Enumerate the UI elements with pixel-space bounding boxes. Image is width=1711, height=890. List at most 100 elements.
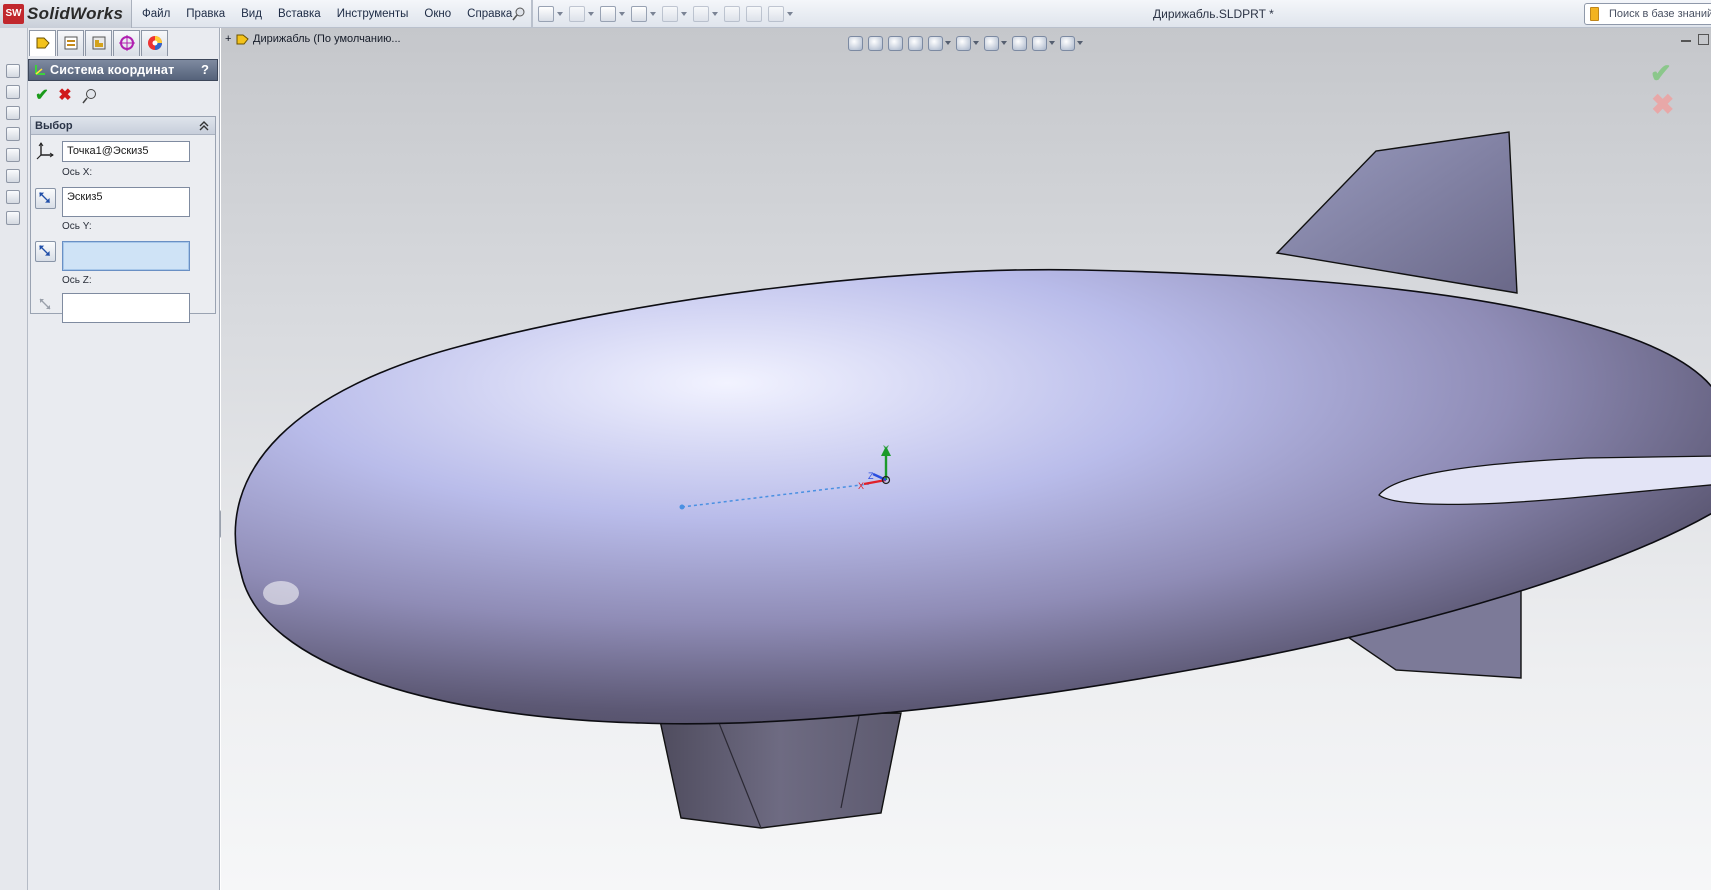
sketch-entity-icon[interactable] [6, 127, 20, 141]
feature-tree-root[interactable]: + Дирижабль (По умолчанию... [225, 32, 401, 46]
view-orientation-icon[interactable] [928, 35, 943, 51]
save-icon[interactable] [600, 6, 616, 22]
x-axis-direction-button[interactable] [35, 188, 56, 209]
tab-dimxpert-manager[interactable] [113, 30, 140, 56]
menu-insert[interactable]: Вставка [270, 0, 329, 28]
confirm-ok-icon[interactable]: ✔ [1650, 58, 1672, 89]
smart-dimension-icon[interactable] [6, 85, 20, 99]
menu-divider [531, 0, 533, 28]
pushpin-icon[interactable] [512, 7, 526, 21]
origin-field[interactable]: Точка1@Эскиз5 [62, 141, 190, 162]
model-view[interactable]: Y X Z [221, 28, 1711, 890]
select-pointer-icon[interactable] [693, 6, 709, 22]
task-pane-icon[interactable] [1698, 34, 1709, 45]
chevron-down-icon[interactable] [712, 12, 718, 16]
tab-display-manager[interactable] [141, 30, 168, 56]
menu-tools[interactable]: Инструменты [329, 0, 417, 28]
property-manager-title: Система координат [50, 63, 175, 77]
ok-button[interactable]: ✔ [33, 87, 51, 105]
rebuild-icon[interactable] [724, 6, 740, 22]
collapse-chevron-icon[interactable] [198, 120, 210, 132]
keep-visible-pushpin-icon[interactable] [80, 87, 98, 105]
feature-tree-root-label: Дирижабль (По умолчанию... [253, 33, 401, 45]
confirm-cancel-icon[interactable]: ✖ [1651, 88, 1674, 121]
document-title: Дирижабль.SLDPRT * [1153, 7, 1274, 21]
chevron-down-icon[interactable] [650, 12, 656, 16]
chevron-down-icon[interactable] [619, 12, 625, 16]
chevron-down-icon[interactable] [945, 41, 951, 45]
zoom-to-fit-icon[interactable] [848, 35, 863, 51]
zoom-to-area-icon[interactable] [868, 35, 883, 51]
menu-view[interactable]: Вид [233, 0, 270, 28]
display-style-icon[interactable] [956, 35, 971, 51]
knowledge-base-search[interactable]: Поиск в базе знаний [1584, 3, 1711, 25]
chevron-down-icon[interactable] [1001, 41, 1007, 45]
selection-group-header[interactable]: Выбор [31, 117, 215, 135]
minimize-icon[interactable] [1681, 40, 1691, 42]
search-placeholder: Поиск в базе знаний [1609, 8, 1711, 20]
triad-x-label: X [858, 481, 864, 491]
title-bar: SW SolidWorks Файл Правка Вид Вставка Ин… [0, 0, 1711, 28]
top-tail-fin[interactable] [1275, 131, 1518, 294]
previous-view-icon[interactable] [888, 35, 903, 51]
x-axis-label: Ось X: [62, 167, 93, 178]
graphics-area[interactable]: Y X Z + Дирижабль (По умолчанию... ✔ ✖ [221, 28, 1711, 890]
chevron-down-icon[interactable] [1049, 41, 1055, 45]
trim-icon[interactable] [6, 148, 20, 162]
z-axis-direction-icon[interactable] [35, 294, 56, 315]
z-axis-field[interactable] [62, 293, 190, 323]
task-strip [0, 28, 28, 890]
print-icon[interactable] [631, 6, 647, 22]
gondola[interactable] [658, 712, 902, 829]
help-icon[interactable]: ? [201, 62, 209, 77]
appearance-icon [148, 36, 162, 50]
section-view-icon[interactable] [908, 35, 923, 51]
x-axis-field[interactable]: Эскиз5 [62, 187, 190, 217]
app-brand[interactable]: SW SolidWorks [0, 0, 132, 28]
y-axis-direction-button[interactable] [35, 241, 56, 262]
view-settings-icon[interactable] [1060, 35, 1075, 51]
convert-entities-icon[interactable] [6, 169, 20, 183]
z-axis-label: Ось Z: [62, 275, 92, 286]
offset-icon[interactable] [6, 190, 20, 204]
part-icon [236, 34, 249, 45]
property-sheet-icon [64, 36, 78, 50]
triad-z-label: Z [868, 471, 874, 481]
y-axis-field[interactable] [62, 241, 190, 271]
open-folder-icon[interactable] [569, 6, 585, 22]
triad-y-label: Y [883, 444, 889, 454]
coordinate-system-icon [35, 65, 45, 75]
chevron-down-icon[interactable] [787, 12, 793, 16]
cancel-button[interactable]: ✖ [56, 87, 74, 105]
chevron-down-icon[interactable] [681, 12, 687, 16]
relations-icon[interactable] [6, 106, 20, 120]
mirror-icon[interactable] [6, 211, 20, 225]
menu-window[interactable]: Окно [416, 0, 459, 28]
app-name: SolidWorks [27, 4, 124, 23]
standard-toolbar [538, 4, 793, 24]
tab-feature-manager[interactable] [29, 30, 56, 56]
chevron-down-icon[interactable] [588, 12, 594, 16]
hide-show-items-icon[interactable] [984, 35, 999, 51]
dimxpert-icon [119, 35, 135, 51]
apply-scene-icon[interactable] [1032, 35, 1047, 51]
chevron-down-icon[interactable] [973, 41, 979, 45]
reverse-direction-icon [39, 192, 51, 204]
tab-property-manager[interactable] [57, 30, 84, 56]
undo-icon[interactable] [662, 6, 678, 22]
menu-edit[interactable]: Правка [178, 0, 233, 28]
chevron-down-icon[interactable] [1077, 41, 1083, 45]
options-icon[interactable] [768, 6, 784, 22]
reverse-direction-icon [39, 245, 51, 257]
new-document-icon[interactable] [538, 6, 554, 22]
edit-appearance-icon[interactable] [1012, 35, 1027, 51]
sketch-point[interactable] [679, 504, 685, 510]
file-properties-icon[interactable] [746, 6, 762, 22]
chevron-down-icon[interactable] [557, 12, 563, 16]
tree-expand-icon[interactable]: + [225, 33, 233, 45]
menu-file[interactable]: Файл [134, 0, 178, 28]
property-manager-header: Система координат ? [28, 59, 218, 81]
sketch-tool-icon[interactable] [6, 64, 20, 78]
tab-configuration-manager[interactable] [85, 30, 112, 56]
configuration-icon [92, 36, 106, 50]
